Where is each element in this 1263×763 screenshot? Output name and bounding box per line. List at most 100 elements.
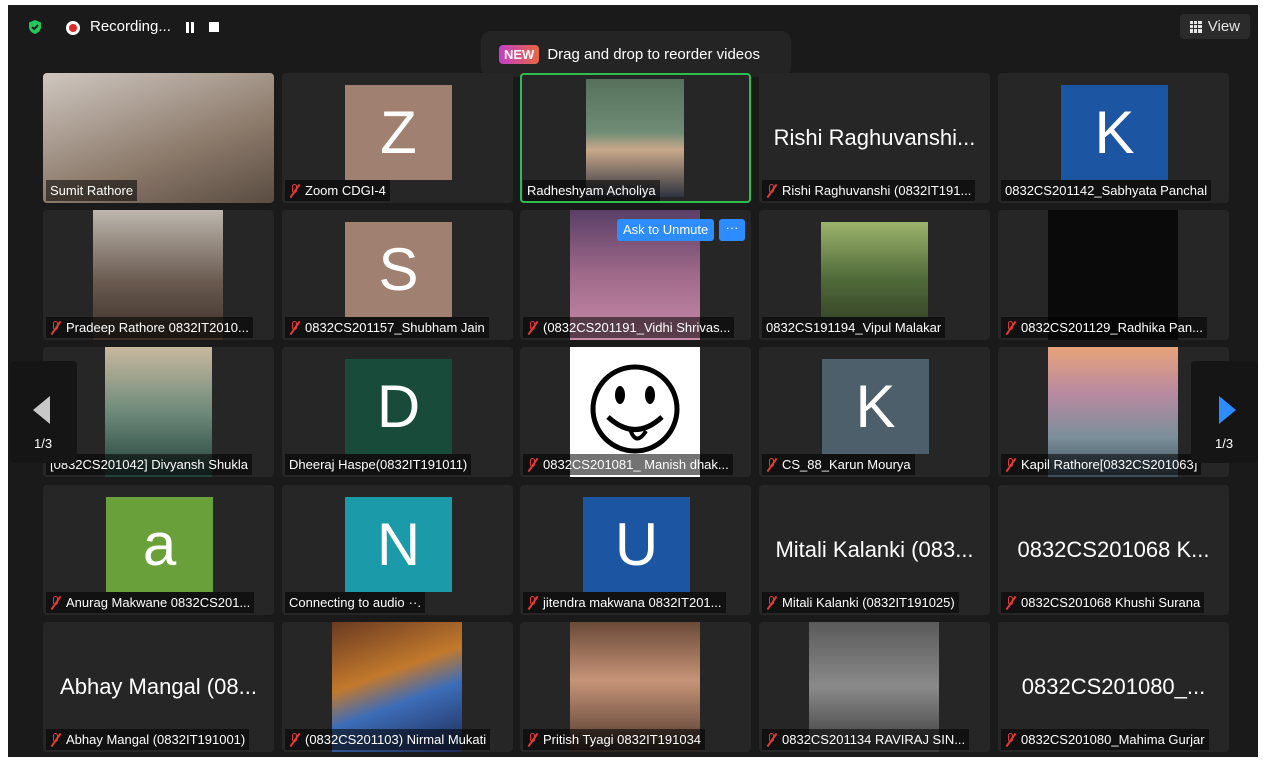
participant-tile[interactable]: 0832CS191194_Vipul Malakar (759, 210, 990, 340)
participant-name-label: Pradeep Rathore 0832IT2010... (46, 317, 253, 338)
participant-name: Pradeep Rathore 0832IT2010... (66, 320, 249, 335)
participant-name-label: (0832CS201191_Vidhi Shrivas... (523, 317, 735, 338)
next-page-button[interactable]: 1/3 (1191, 361, 1258, 463)
participant-name-label: CS_88_Karun Mourya (762, 454, 915, 475)
participant-name-label: Zoom CDGI-4 (285, 180, 390, 201)
participant-tile[interactable]: Ask to Unmute ··· (0832CS201191_Vidhi Shri… (520, 210, 751, 340)
participant-name: Zoom CDGI-4 (305, 183, 386, 198)
participant-display-name: Abhay Mangal (08... (60, 674, 257, 699)
participant-name: jitendra makwana 0832IT201... (543, 595, 722, 610)
participant-tile[interactable]: Radheshyam Acholiya (520, 73, 751, 203)
participant-name: Mitali Kalanki (0832IT191025) (782, 595, 955, 610)
participant-name-label: 0832CS201068 Khushi Surana (1001, 592, 1205, 613)
recording-icon (66, 21, 80, 35)
muted-mic-icon (289, 732, 301, 747)
muted-mic-icon (527, 732, 539, 747)
more-options-button[interactable]: ··· (719, 219, 745, 241)
participant-tile[interactable]: Ujitendra makwana 0832IT201... (520, 485, 751, 615)
participant-avatar: D (345, 359, 452, 454)
grid-view-icon (1189, 20, 1202, 33)
participant-tile[interactable]: D Dheeraj Haspe(0832IT191011) (282, 347, 513, 477)
muted-mic-icon (527, 457, 539, 472)
muted-mic-icon (289, 320, 301, 335)
ask-to-unmute-button[interactable]: Ask to Unmute (617, 219, 715, 241)
muted-mic-icon (1005, 732, 1017, 747)
participant-display-name: Rishi Raghuvanshi... (773, 125, 976, 150)
view-button[interactable]: View (1179, 14, 1250, 39)
participant-name: 0832CS201081_ Manish dhak... (543, 457, 729, 472)
page-indicator-left: 1/3 (34, 436, 53, 451)
participant-name: Kapil Rathore[0832CS201063] (1021, 457, 1198, 472)
participant-name: 0832CS201068 Khushi Surana (1021, 595, 1201, 610)
participant-tile[interactable]: Pradeep Rathore 0832IT2010... (43, 210, 274, 340)
participant-tile[interactable]: K 0832CS201142_Sabhyata Panchal (998, 73, 1229, 203)
pause-recording-icon[interactable] (185, 22, 195, 33)
participant-name: 0832CS201142_Sabhyata Panchal (1005, 183, 1208, 198)
participant-tile[interactable]: Mitali Kalanki (083... Mitali Kalanki (08… (759, 485, 990, 615)
participant-name-label: Kapil Rathore[0832CS201063] (1001, 454, 1202, 475)
participant-avatar: K (822, 359, 929, 454)
participant-tile[interactable]: a Anurag Makwane 0832CS201... (43, 485, 274, 615)
participant-name: 0832CS201134 RAVIRAJ SIN... (782, 732, 966, 747)
participant-avatar: U (583, 497, 690, 592)
participant-name: (0832CS201103) Nirmal Mukati (305, 732, 487, 747)
participant-name: Radheshyam Acholiya (527, 183, 656, 198)
participant-tile[interactable]: 0832CS201080_... 0832CS201080_Mahima Gurj… (998, 622, 1229, 752)
participant-name: Rishi Raghuvanshi (0832IT191... (782, 183, 972, 198)
participant-tile[interactable]: 0832CS201081_ Manish dhak... (520, 347, 751, 477)
muted-mic-icon (766, 732, 778, 747)
participant-name-label: 0832CS201142_Sabhyata Panchal (1001, 180, 1212, 201)
participant-tile[interactable]: Rishi Raghuvanshi... Rishi Raghuvanshi (0… (759, 73, 990, 203)
muted-mic-icon (50, 595, 62, 610)
participant-avatar: S (345, 222, 452, 317)
page-indicator-right: 1/3 (1215, 436, 1234, 451)
participant-tile[interactable]: 0832CS201129_Radhika Pan... (998, 210, 1229, 340)
participant-display-name: Mitali Kalanki (083... (775, 537, 974, 562)
participant-display-name: 0832CS201068 K... (1017, 537, 1210, 562)
participant-name-label: Abhay Mangal (0832IT191001) (46, 729, 250, 750)
participant-name-label: Anurag Makwane 0832CS201... (46, 592, 255, 613)
participant-name-label: 0832CS201129_Radhika Pan... (1001, 317, 1207, 338)
participant-name: (0832CS201191_Vidhi Shrivas... (543, 320, 731, 335)
participant-tile[interactable]: Pritish Tyagi 0832IT191034 (520, 622, 751, 752)
zoom-meeting-window: Recording... View NEW Drag and drop to r… (8, 5, 1258, 757)
participant-tile[interactable]: Sumit Rathore (43, 73, 274, 203)
participant-tile[interactable]: K CS_88_Karun Mourya (759, 347, 990, 477)
participant-tile[interactable]: (0832CS201103) Nirmal Mukati (282, 622, 513, 752)
participant-name: 0832CS201157_Shubham Jain (305, 320, 485, 335)
muted-mic-icon (527, 595, 539, 610)
participant-avatar: a (106, 497, 213, 592)
participant-name: Pritish Tyagi 0832IT191034 (543, 732, 702, 747)
participant-name-label: 0832CS201134 RAVIRAJ SIN... (762, 729, 970, 750)
connecting-indicator: ··. (408, 595, 421, 610)
participant-tile[interactable]: 0832CS201134 RAVIRAJ SIN... (759, 622, 990, 752)
participant-name: Connecting to audio (289, 595, 405, 610)
reorder-videos-banner: NEW Drag and drop to reorder videos (481, 31, 791, 77)
muted-mic-icon (50, 732, 62, 747)
participant-avatar: K (1061, 85, 1168, 180)
participant-name-label: jitendra makwana 0832IT201... (523, 592, 726, 613)
arrow-right-icon (1219, 396, 1236, 424)
participant-display-name: 0832CS201080_... (1021, 674, 1206, 699)
participant-tile[interactable]: [0832CS201042] Divyansh Shukla (43, 347, 274, 477)
security-shield-icon[interactable] (27, 19, 43, 35)
participant-tile[interactable]: N Connecting to audio ··. (282, 485, 513, 615)
participant-name-label: Rishi Raghuvanshi (0832IT191... (762, 180, 976, 201)
muted-mic-icon (289, 183, 301, 198)
participant-video (821, 222, 928, 317)
participant-name-label: (0832CS201103) Nirmal Mukati (285, 729, 491, 750)
participant-tile[interactable]: 0832CS201068 K... 0832CS201068 Khushi Sur… (998, 485, 1229, 615)
participant-tile[interactable]: Abhay Mangal (08... Abhay Mangal (0832IT1… (43, 622, 274, 752)
banner-text: Drag and drop to reorder videos (547, 45, 760, 63)
participant-name-label: 0832CS201080_Mahima Gurjar (1001, 729, 1209, 750)
recording-status-label: Recording... (90, 18, 171, 35)
participant-name: 0832CS191194_Vipul Malakar (766, 320, 942, 335)
participant-name-label: 0832CS201081_ Manish dhak... (523, 454, 733, 475)
stop-recording-icon[interactable] (209, 22, 219, 32)
participant-name-label: 0832CS191194_Vipul Malakar (762, 317, 946, 338)
participant-tile[interactable]: S 0832CS201157_Shubham Jain (282, 210, 513, 340)
participant-tile[interactable]: Z Zoom CDGI-4 (282, 73, 513, 203)
participant-name: 0832CS201129_Radhika Pan... (1021, 320, 1203, 335)
participant-name-label: Sumit Rathore (46, 180, 138, 201)
previous-page-button[interactable]: 1/3 (10, 361, 77, 463)
